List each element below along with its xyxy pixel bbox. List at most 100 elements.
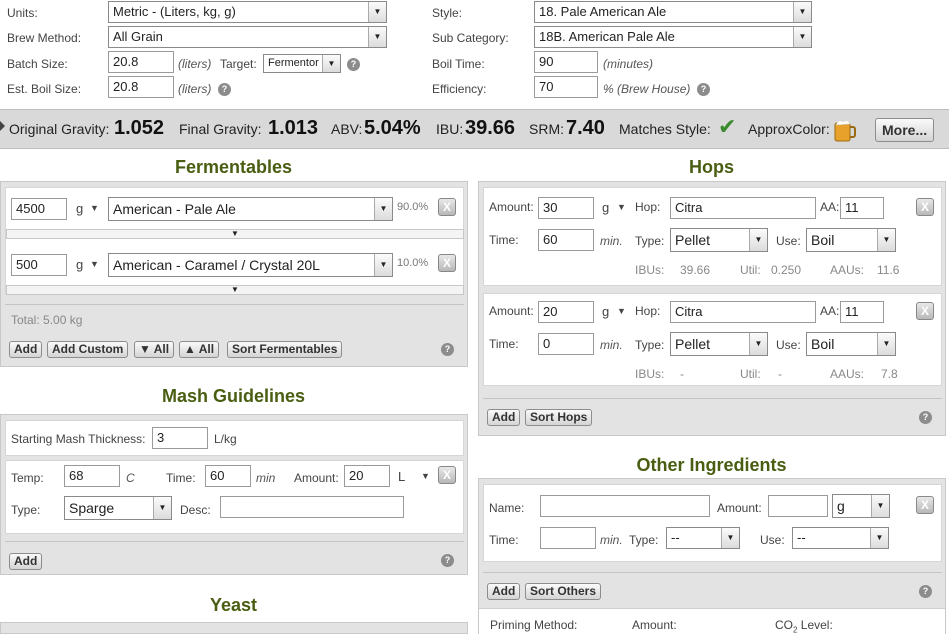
sort-others-button[interactable]: Sort Others (525, 583, 602, 600)
hop-name-input[interactable]: Citra (670, 197, 816, 219)
other-name-input[interactable] (540, 495, 710, 517)
hop-item: Amount: 20 g ▼ Hop: Citra AA: 11 X Time:… (483, 293, 942, 386)
more-button[interactable]: More... (875, 118, 935, 142)
hop-name-label: Hop: (635, 200, 661, 214)
aa-label: AA: (820, 200, 840, 214)
hop-type-select[interactable]: Pellet ▼ (670, 332, 768, 356)
help-icon[interactable]: ? (919, 411, 932, 424)
other-type-select[interactable]: -- ▼ (666, 527, 740, 549)
help-icon[interactable]: ? (441, 343, 454, 356)
other-unit-select[interactable]: g ▼ (832, 494, 890, 518)
amount-unit[interactable]: L (398, 469, 405, 484)
sort-fermentables-button[interactable]: Sort Fermentables (227, 341, 343, 358)
chevron-down-icon[interactable]: ▼ (90, 203, 99, 213)
other-name-label: Name: (489, 501, 525, 515)
brew-method-select[interactable]: All Grain ▼ (108, 26, 387, 48)
fermentable-unit[interactable]: g (76, 201, 83, 216)
chevron-down-icon[interactable]: ▼ (617, 202, 626, 212)
remove-icon[interactable]: X (438, 198, 456, 216)
target-select[interactable]: Fermentor ▼ (263, 54, 341, 73)
collapse-all-button[interactable]: ▼ All (134, 341, 175, 358)
hop-unit[interactable]: g (602, 304, 609, 319)
boil-time-input[interactable]: 90 (534, 51, 598, 73)
sort-hops-button[interactable]: Sort Hops (525, 409, 593, 426)
amount-input[interactable]: 20 (344, 465, 390, 487)
boil-size-input[interactable]: 20.8 (108, 76, 174, 98)
add-custom-button[interactable]: Add Custom (47, 341, 129, 358)
time-input[interactable]: 60 (205, 465, 251, 487)
thickness-input[interactable]: 3 (152, 427, 208, 449)
help-icon[interactable]: ? (697, 83, 710, 96)
other-time-label: Time: (489, 533, 519, 547)
remove-icon[interactable]: X (438, 466, 456, 484)
add-hop-button[interactable]: Add (487, 409, 521, 426)
chevron-down-icon: ▼ (749, 229, 767, 251)
hop-use-select[interactable]: Boil ▼ (806, 332, 896, 356)
other-time-input[interactable] (540, 527, 596, 549)
hop-time-unit: min. (600, 234, 623, 248)
fermentable-select[interactable]: American - Caramel / Crystal 20L ▼ (108, 253, 393, 277)
hop-time-label: Time: (489, 337, 519, 351)
add-mash-step-button[interactable]: Add (9, 553, 43, 570)
hop-unit[interactable]: g (602, 200, 609, 215)
chevron-down-icon[interactable]: ▼ (617, 306, 626, 316)
desc-input[interactable] (220, 496, 404, 518)
boil-size-unit: (liters) (178, 82, 212, 96)
fermentable-unit[interactable]: g (76, 257, 83, 272)
divider (483, 398, 942, 399)
other-time-unit: min. (600, 533, 623, 547)
fermentable-select[interactable]: American - Pale Ale ▼ (108, 197, 393, 221)
units-label: Units: (7, 6, 38, 20)
remove-icon[interactable]: X (916, 198, 934, 216)
mash-type-select[interactable]: Sparge ▼ (64, 496, 172, 520)
hop-name-label: Hop: (635, 304, 661, 318)
aa-input[interactable]: 11 (840, 197, 884, 219)
efficiency-input[interactable]: 70 (534, 76, 598, 98)
aa-input[interactable]: 11 (840, 301, 884, 323)
hops-title: Hops (689, 157, 734, 177)
help-icon[interactable]: ? (218, 83, 231, 96)
style-label: Style: (432, 6, 463, 20)
ibus-label: IBUs: (635, 263, 665, 277)
batch-size-unit: (liters) (178, 57, 212, 71)
hop-type-select[interactable]: Pellet ▼ (670, 228, 768, 252)
batch-size-input[interactable]: 20.8 (108, 51, 174, 73)
srm-label: SRM: (529, 121, 564, 137)
add-other-button[interactable]: Add (487, 583, 521, 600)
expand-all-button[interactable]: ▲ All (179, 341, 220, 358)
expand-row-toggle[interactable]: ▼ (6, 285, 464, 295)
help-icon[interactable]: ? (347, 58, 360, 71)
hop-amount-input[interactable]: 20 (538, 301, 594, 323)
other-amount-input[interactable] (768, 495, 828, 517)
subcategory-select[interactable]: 18B. American Pale Ale ▼ (534, 26, 812, 48)
other-use-select[interactable]: -- ▼ (792, 527, 889, 549)
other-amount-label: Amount: (717, 501, 762, 515)
hop-time-input[interactable]: 60 (538, 229, 594, 251)
units-select[interactable]: Metric - (Liters, kg, g) ▼ (108, 1, 387, 23)
add-fermentable-button[interactable]: Add (9, 341, 43, 358)
aa-label: AA: (820, 304, 840, 318)
check-icon: ✔ (718, 114, 737, 139)
hop-time-input[interactable]: 0 (538, 333, 594, 355)
help-icon[interactable]: ? (441, 554, 454, 567)
hop-use-select[interactable]: Boil ▼ (806, 228, 896, 252)
fermentable-percent: 10.0% (397, 257, 429, 269)
remove-icon[interactable]: X (916, 496, 934, 514)
fermentables-panel: 4500 g ▼ American - Pale Ale ▼ 90.0% X ▼ … (0, 181, 468, 367)
remove-icon[interactable]: X (438, 254, 456, 272)
chevron-down-icon: ▼ (374, 254, 392, 276)
chevron-down-icon[interactable]: ▼ (421, 471, 430, 481)
hop-name-input[interactable]: Citra (670, 301, 816, 323)
style-select[interactable]: 18. Pale American Ale ▼ (534, 1, 812, 23)
hop-amount-input[interactable]: 30 (538, 197, 594, 219)
fermentable-amount-input[interactable]: 500 (11, 254, 67, 276)
help-icon[interactable]: ? (919, 585, 932, 598)
fermentable-amount-input[interactable]: 4500 (11, 198, 67, 220)
divider (5, 541, 464, 542)
efficiency-label: Efficiency: (432, 82, 487, 96)
chevron-down-icon[interactable]: ▼ (90, 259, 99, 269)
expand-row-toggle[interactable]: ▼ (6, 229, 464, 239)
remove-icon[interactable]: X (916, 302, 934, 320)
temp-input[interactable]: 68 (64, 465, 120, 487)
aaus-label: AAUs: (830, 367, 865, 381)
